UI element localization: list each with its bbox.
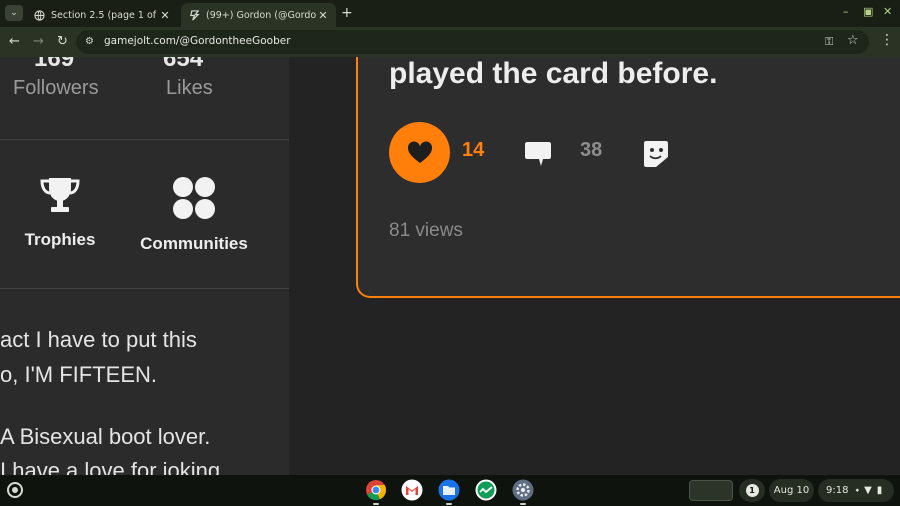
screen-preview[interactable] xyxy=(689,480,733,501)
tab-strip: ⌄ Section 2.5 (page 1 of 2) | ace ✕ (99+… xyxy=(0,0,900,27)
trophies-link[interactable]: Trophies xyxy=(0,174,130,250)
clock-text: 9:18 xyxy=(826,485,849,496)
reload-button[interactable]: ↻ xyxy=(57,34,68,50)
address-bar[interactable]: ⚙ gamejolt.com/@GordontheeGoober ⚿ ☆ xyxy=(76,30,869,54)
date-text: Aug 10 xyxy=(773,485,810,496)
communities-icon xyxy=(173,177,215,219)
tab-gamejolt-profile[interactable]: (99+) Gordon (@GordontheeGo ✕ xyxy=(181,3,336,27)
settings-icon[interactable] xyxy=(512,479,534,501)
url-text[interactable]: gamejolt.com/@GordontheeGoober xyxy=(104,35,291,47)
site-info-icon[interactable]: ⚙ xyxy=(85,36,94,47)
date-button[interactable]: Aug 10 xyxy=(769,479,814,502)
profile-sidebar: 169 Followers 654 Likes Trophies Communi… xyxy=(0,57,289,475)
bio-line: act I have to put this xyxy=(0,327,197,352)
tab-section-2-5[interactable]: Section 2.5 (page 1 of 2) | ace ✕ xyxy=(26,3,178,27)
close-tab-icon[interactable]: ✕ xyxy=(158,9,172,22)
bookmark-star-icon[interactable]: ☆ xyxy=(847,33,859,48)
trophy-icon xyxy=(40,178,80,212)
page-content: 169 Followers 654 Likes Trophies Communi… xyxy=(0,57,900,475)
menu-icon[interactable]: ⋮ xyxy=(880,32,894,48)
tab-search-button[interactable]: ⌄ xyxy=(5,5,23,21)
close-window-icon[interactable]: ✕ xyxy=(883,5,892,18)
communities-link[interactable]: Communities xyxy=(124,174,264,254)
like-button[interactable] xyxy=(389,122,450,183)
key-icon[interactable]: ⚿ xyxy=(825,35,833,49)
bio-line: I have a love for joking xyxy=(0,458,221,475)
close-tab-icon[interactable]: ✕ xyxy=(316,9,330,22)
post-card: played the card before. 14 38 81 views xyxy=(356,57,900,298)
sticker-icon[interactable] xyxy=(642,139,670,169)
bio-line: A Bisexual boot lover. xyxy=(0,424,211,449)
new-tab-button[interactable]: + xyxy=(341,5,353,21)
bio-line: o, I'M FIFTEEN. xyxy=(0,362,157,387)
divider xyxy=(0,288,289,289)
maximize-icon[interactable]: ▣ xyxy=(863,5,873,18)
tab-title: Section 2.5 (page 1 of 2) | ace xyxy=(51,9,158,21)
comment-icon[interactable] xyxy=(524,139,552,167)
notification-count: 1 xyxy=(745,484,759,497)
launcher-icon[interactable] xyxy=(7,482,23,498)
running-indicator xyxy=(520,503,526,505)
sync-icon: ⬩ xyxy=(855,485,860,496)
likes-label[interactable]: Likes xyxy=(166,77,213,100)
view-count: 81 views xyxy=(389,220,463,241)
likes-count[interactable]: 654 xyxy=(163,57,203,73)
followers-label[interactable]: Followers xyxy=(13,77,99,100)
forward-button[interactable]: → xyxy=(33,34,44,50)
followers-count[interactable]: 169 xyxy=(34,57,74,73)
running-indicator xyxy=(373,503,379,505)
trophies-label: Trophies xyxy=(24,230,96,249)
post-text: played the card before. xyxy=(389,57,718,90)
status-tray[interactable]: 9:18 ⬩ ▼ ▮ xyxy=(818,479,894,502)
battery-icon: ▮ xyxy=(876,485,883,496)
heart-icon xyxy=(407,140,432,163)
chrome-icon[interactable] xyxy=(365,479,387,501)
notification-button[interactable]: 1 xyxy=(739,479,765,502)
wifi-icon: ▼ xyxy=(864,485,872,496)
browser-toolbar: ← → ↻ ⚙ gamejolt.com/@GordontheeGoober ⚿… xyxy=(0,27,900,57)
files-icon[interactable] xyxy=(438,479,460,501)
minimize-icon[interactable]: – xyxy=(843,5,849,18)
running-indicator xyxy=(446,503,452,505)
os-shelf: 1 Aug 10 9:18 ⬩ ▼ ▮ xyxy=(0,475,900,506)
globe-icon xyxy=(34,9,45,21)
tab-title: (99+) Gordon (@GordontheeGo xyxy=(206,9,316,21)
stocks-icon[interactable] xyxy=(475,479,497,501)
gmail-icon[interactable] xyxy=(401,479,423,501)
communities-label: Communities xyxy=(140,234,248,253)
like-count[interactable]: 14 xyxy=(462,139,484,162)
back-button[interactable]: ← xyxy=(9,34,20,50)
comment-count[interactable]: 38 xyxy=(580,139,602,162)
gamejolt-icon xyxy=(190,9,200,21)
divider xyxy=(0,139,289,140)
